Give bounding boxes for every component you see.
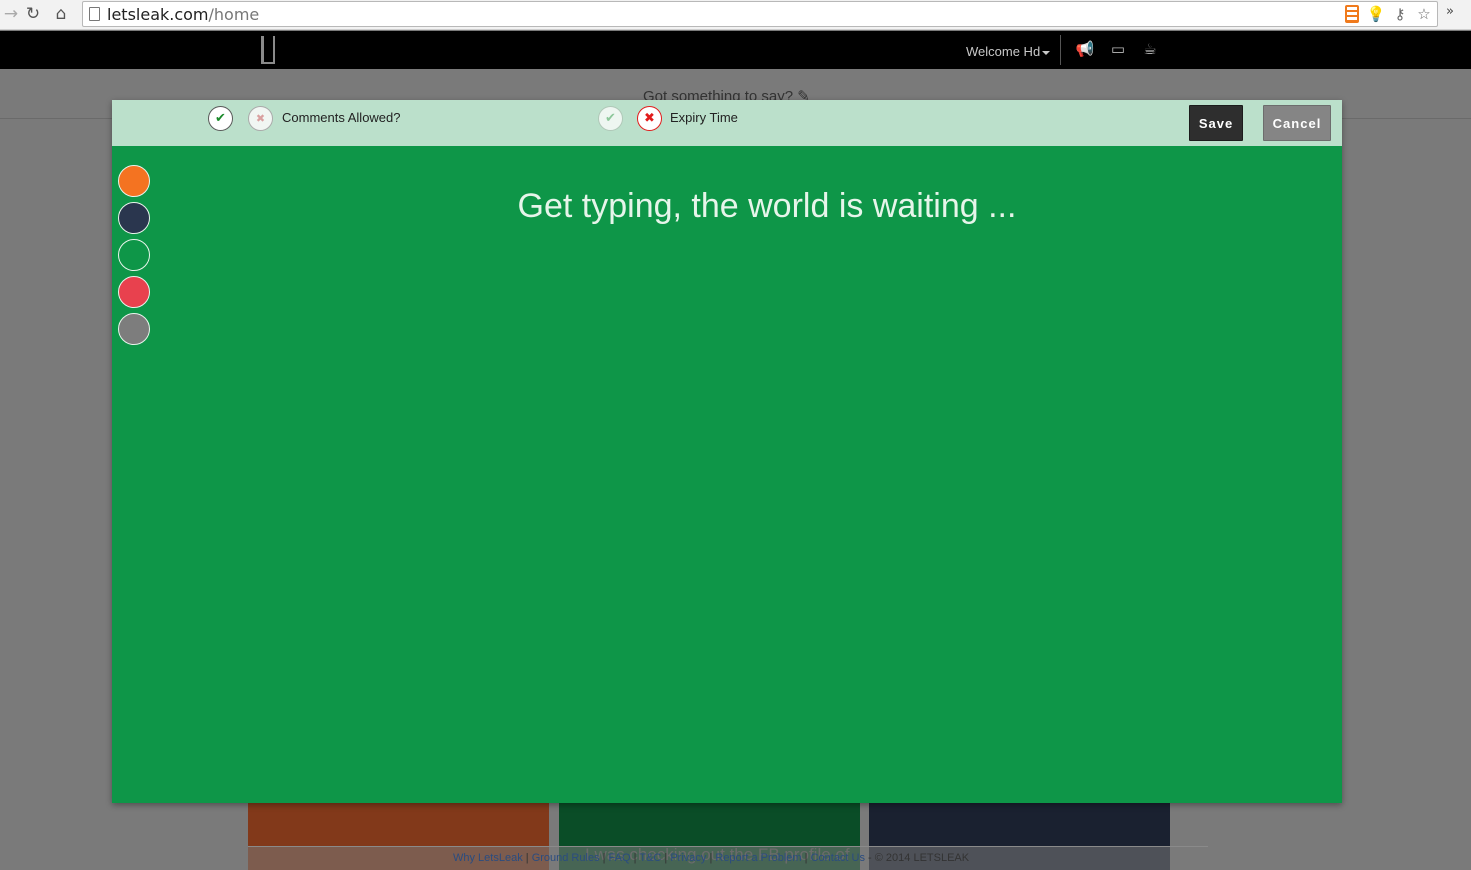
save-button[interactable]: Save (1189, 105, 1243, 141)
cancel-button[interactable]: Cancel (1263, 105, 1331, 141)
footer-link-terms[interactable]: T&C (639, 852, 661, 864)
megaphone-icon[interactable]: 📢 (1076, 40, 1095, 58)
key-extension-icon[interactable]: ⚷ (1391, 4, 1409, 24)
nav-divider (1060, 35, 1061, 65)
color-swatch-orange[interactable] (118, 165, 150, 197)
address-bar[interactable]: letsleak.com/home 💡 ⚷ ☆ (82, 1, 1438, 27)
footer-link-contact[interactable]: Contact Us (811, 852, 865, 864)
site-logo[interactable] (261, 36, 275, 64)
expiry-time-label: Expiry Time (670, 110, 738, 125)
footer-link-rules[interactable]: Ground Rules (532, 852, 600, 864)
post-editor-modal: ✔ ✖ Comments Allowed? ✔ ✖ Expiry Time Sa… (112, 100, 1342, 803)
bookmark-star-icon[interactable]: ☆ (1415, 4, 1433, 24)
color-swatches (118, 165, 150, 350)
editor-placeholder: Get typing, the world is waiting ... (517, 187, 1017, 225)
lightbulb-extension-icon[interactable]: 💡 (1367, 4, 1386, 24)
footer-link-why[interactable]: Why LetsLeak (453, 852, 523, 864)
footer-link-report[interactable]: Report a Problem (715, 852, 801, 864)
inbox-icon[interactable]: ▭ (1109, 40, 1127, 58)
url-text[interactable]: letsleak.com/home (107, 5, 259, 24)
comments-allowed-no-button[interactable]: ✖ (248, 106, 273, 131)
color-swatch-red[interactable] (118, 276, 150, 308)
cup-icon[interactable]: ☕ (1141, 40, 1159, 58)
rss-extension-icon[interactable] (1343, 4, 1361, 24)
color-swatch-green[interactable] (118, 239, 150, 271)
footer-link-faq[interactable]: FAQ (609, 852, 631, 864)
caret-down-icon (1042, 50, 1051, 55)
comments-allowed-yes-button[interactable]: ✔ (208, 106, 233, 131)
comments-allowed-label: Comments Allowed? (282, 110, 401, 125)
footer-link-privacy[interactable]: Privacy (670, 852, 706, 864)
editor-toolbar: ✔ ✖ Comments Allowed? ✔ ✖ Expiry Time Sa… (112, 100, 1342, 146)
color-swatch-navy[interactable] (118, 202, 150, 234)
post-text-editor[interactable]: Get typing, the world is waiting ... (112, 146, 1342, 803)
footer: Why LetsLeak | Ground Rules | FAQ | T&C … (453, 852, 970, 864)
browser-toolbar: → ↻ ⌂ letsleak.com/home 💡 ⚷ ☆ » (0, 0, 1471, 30)
user-menu[interactable]: Welcome Hd (966, 44, 1051, 59)
extensions-overflow-button[interactable]: » (1446, 4, 1454, 19)
top-navbar: Welcome Hd 📢 ▭ ☕ (0, 31, 1471, 69)
expiry-time-yes-button[interactable]: ✔ (598, 106, 623, 131)
page-icon (89, 7, 100, 21)
color-swatch-gray[interactable] (118, 313, 150, 345)
home-icon[interactable]: ⌂ (50, 3, 72, 25)
forward-icon[interactable]: → (0, 3, 22, 25)
expiry-time-no-button[interactable]: ✖ (637, 106, 662, 131)
reload-icon[interactable]: ↻ (22, 3, 44, 25)
copyright: - © 2014 LETSLEAK (865, 852, 970, 864)
